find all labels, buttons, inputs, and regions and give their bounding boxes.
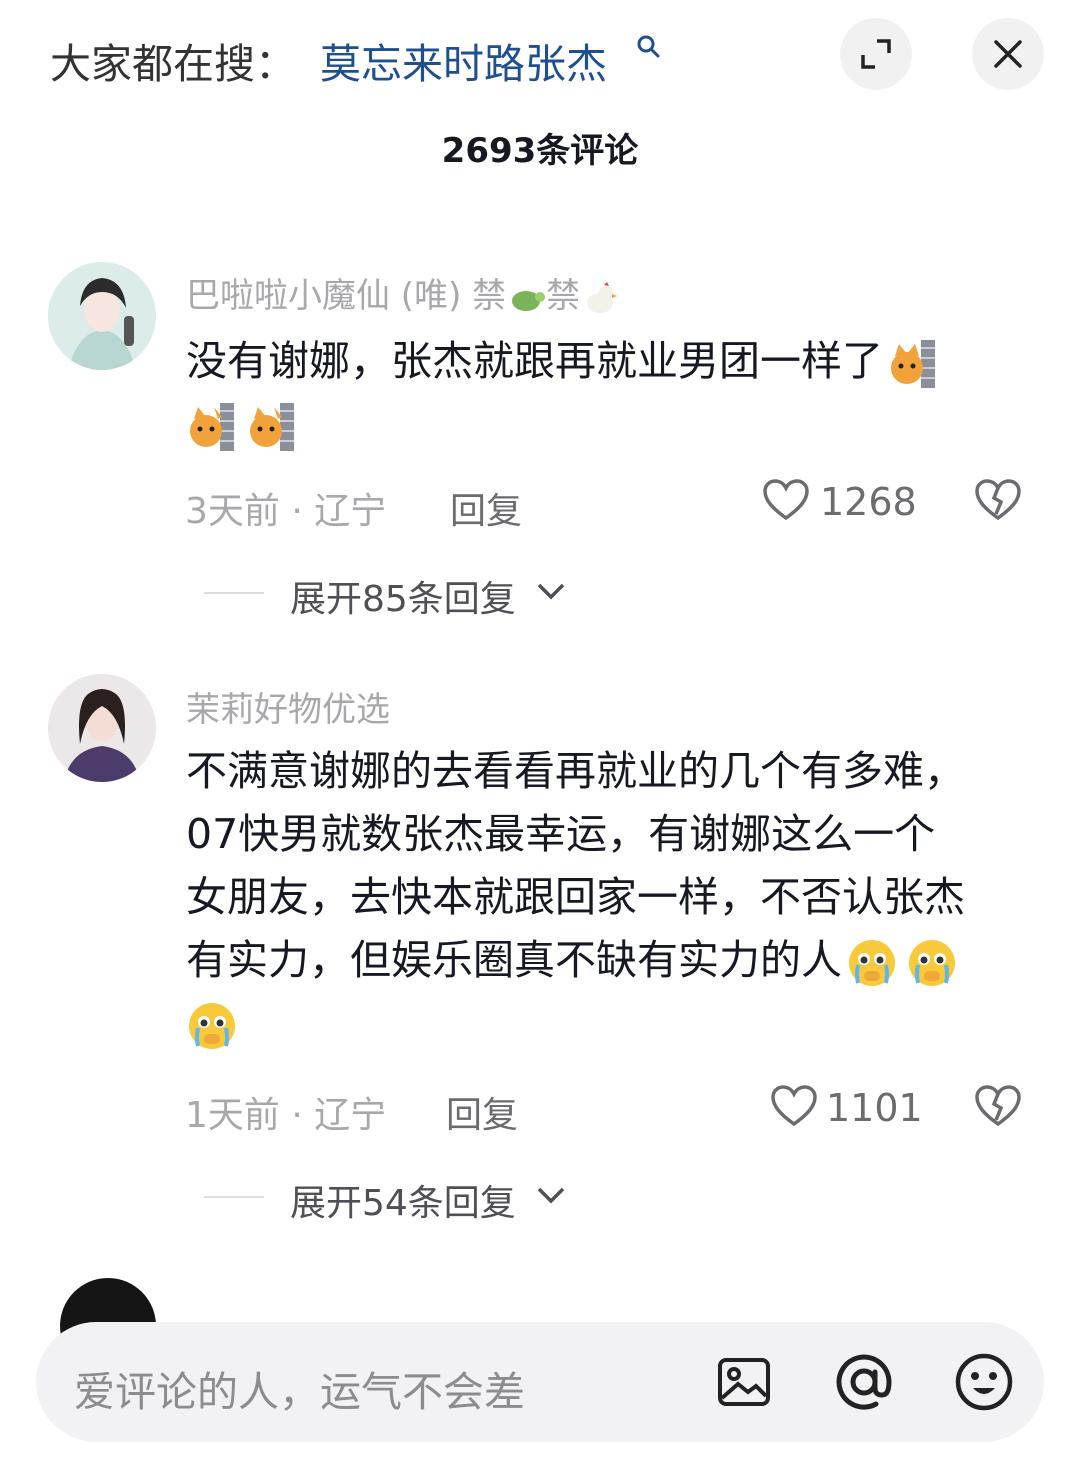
comment-location: 辽宁 bbox=[314, 1095, 387, 1136]
cat-wall-emoji-icon bbox=[186, 401, 238, 453]
comment-count-title: 2693条评论 bbox=[441, 131, 639, 171]
comment-text: 没有谢娜，张杰就跟再就业男团一样了 bbox=[186, 330, 1046, 456]
expand-icon bbox=[861, 39, 891, 69]
chevron-down-icon bbox=[537, 583, 565, 600]
top-bar: 大家都在搜： 莫忘来时路张杰 bbox=[0, 0, 1080, 110]
reply-button[interactable]: 回复 bbox=[450, 482, 522, 534]
comment-time: 3天前 bbox=[185, 491, 280, 532]
comment-meta: 3天前 · 辽宁 bbox=[185, 491, 387, 532]
broken-heart-icon[interactable] bbox=[974, 478, 1022, 522]
heart-icon[interactable] bbox=[770, 1084, 818, 1128]
comment-input-placeholder[interactable]: 爱评论的人，运气不会差 bbox=[74, 1358, 525, 1418]
mention-icon[interactable] bbox=[832, 1350, 896, 1414]
comment-meta: 1天前 · 辽宁 bbox=[185, 1095, 387, 1136]
comment-location: 辽宁 bbox=[314, 491, 387, 532]
chicken-emoji-icon bbox=[580, 281, 620, 315]
close-button[interactable] bbox=[972, 18, 1044, 90]
expand-replies-label: 展开85条回复 bbox=[290, 579, 516, 620]
heart-icon[interactable] bbox=[762, 478, 810, 522]
search-icon[interactable] bbox=[636, 34, 662, 60]
expand-replies[interactable]: 展开85条回复 bbox=[204, 570, 584, 620]
trending-search-term[interactable]: 莫忘来时路张杰 bbox=[320, 30, 607, 90]
crying-face-emoji-icon bbox=[846, 937, 898, 989]
username[interactable]: 巴啦啦小魔仙 (唯) 禁 禁 bbox=[186, 268, 620, 317]
like-count: 1268 bbox=[820, 480, 917, 524]
avatar[interactable] bbox=[48, 674, 156, 782]
like-count: 1101 bbox=[826, 1086, 923, 1130]
close-icon bbox=[994, 40, 1022, 68]
username[interactable]: 茉莉好物优选 bbox=[186, 682, 390, 731]
comment-text: 不满意谢娜的去看看再就业的几个有多难， 07快男就数张杰最幸运，有谢娜这么一个 … bbox=[186, 740, 1046, 1055]
crying-face-emoji-icon bbox=[906, 937, 958, 989]
reply-button[interactable]: 回复 bbox=[446, 1086, 518, 1138]
emoji-icon[interactable] bbox=[952, 1350, 1016, 1414]
expand-replies-label: 展开54条回复 bbox=[290, 1183, 516, 1224]
broken-heart-icon[interactable] bbox=[974, 1084, 1022, 1128]
crying-face-emoji-icon bbox=[186, 1000, 238, 1052]
cat-wall-emoji-icon bbox=[887, 338, 939, 390]
avatar[interactable] bbox=[48, 262, 156, 370]
comment-input-bar[interactable]: 爱评论的人，运气不会差 bbox=[36, 1322, 1044, 1442]
image-icon[interactable] bbox=[712, 1350, 776, 1414]
divider bbox=[204, 1196, 264, 1198]
comment-time: 1天前 bbox=[185, 1095, 280, 1136]
turtle-emoji-icon bbox=[506, 281, 546, 315]
expand-button[interactable] bbox=[840, 18, 912, 90]
trending-search-prefix: 大家都在搜： bbox=[50, 40, 296, 88]
cat-wall-emoji-icon bbox=[246, 401, 298, 453]
expand-replies[interactable]: 展开54条回复 bbox=[204, 1174, 584, 1224]
chevron-down-icon bbox=[537, 1187, 565, 1204]
divider bbox=[204, 592, 264, 594]
